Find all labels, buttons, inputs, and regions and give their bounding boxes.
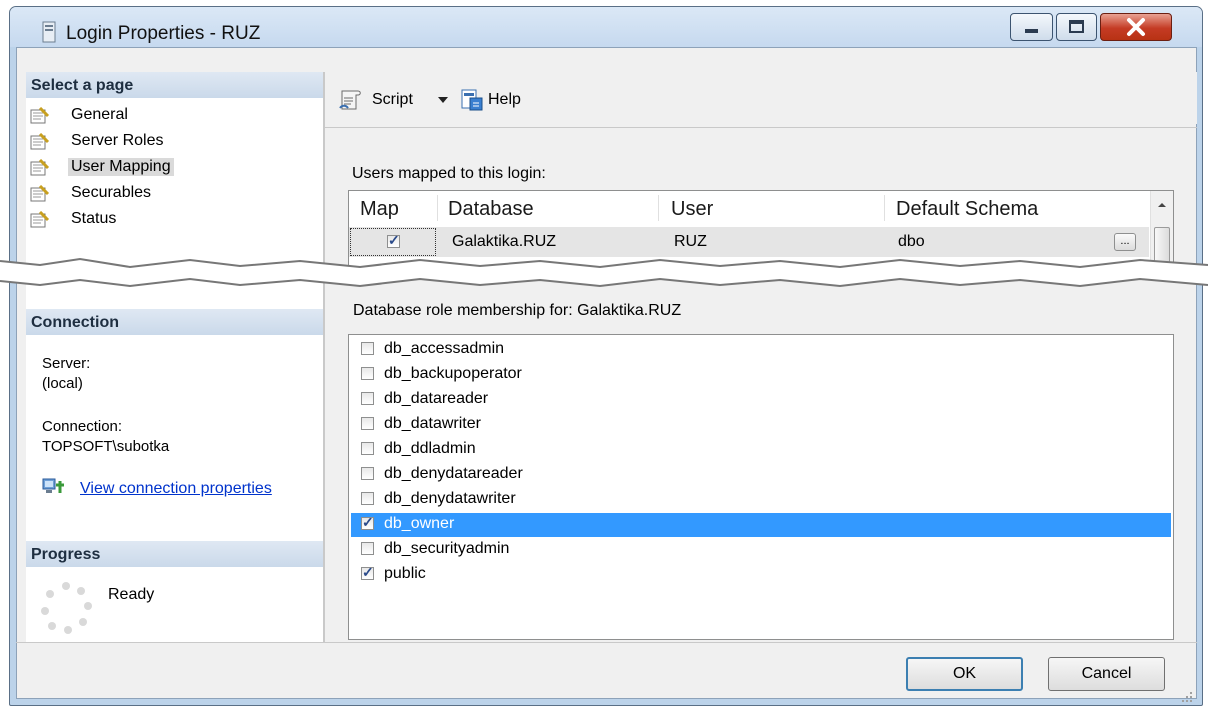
table-row[interactable]: ✓ Galaktika.RUZ RUZ dbo ... bbox=[349, 227, 1149, 257]
page-item-label: Securables bbox=[71, 184, 152, 201]
column-divider bbox=[884, 195, 885, 221]
role-label: db_securityadmin bbox=[384, 540, 510, 557]
progress-header: Progress bbox=[26, 541, 323, 567]
role-label: db_datawriter bbox=[384, 415, 481, 432]
cell-database: Galaktika.RUZ bbox=[452, 233, 557, 250]
role-label: db_denydatareader bbox=[384, 465, 523, 482]
role-checkbox[interactable] bbox=[361, 467, 374, 480]
list-item[interactable]: db_denydatawriter bbox=[351, 488, 1171, 512]
cancel-button[interactable]: Cancel bbox=[1048, 657, 1165, 691]
connection-properties-icon bbox=[42, 478, 64, 493]
role-label: db_denydatawriter bbox=[384, 490, 516, 507]
role-checkbox[interactable]: ✓ bbox=[361, 514, 374, 530]
column-header-user[interactable]: User bbox=[671, 198, 713, 221]
wrench-page-icon bbox=[30, 185, 50, 202]
column-divider bbox=[658, 195, 659, 221]
page-item-label: Server Roles bbox=[71, 132, 164, 149]
select-page-header: Select a page bbox=[26, 72, 323, 98]
list-item[interactable]: db_denydatareader bbox=[351, 463, 1171, 487]
progress-spinner-icon bbox=[41, 582, 92, 634]
role-checkbox[interactable] bbox=[361, 442, 374, 455]
chevron-down-icon[interactable] bbox=[436, 95, 450, 105]
role-checkbox[interactable] bbox=[361, 392, 374, 405]
help-icon bbox=[461, 89, 483, 111]
wrench-page-icon bbox=[30, 133, 50, 150]
connection-label: Connection: bbox=[42, 418, 123, 435]
page-item-label: General bbox=[71, 106, 128, 123]
progress-status: Ready bbox=[108, 586, 155, 603]
server-label: Server: bbox=[42, 355, 91, 372]
close-button[interactable] bbox=[1100, 13, 1172, 41]
cell-user: RUZ bbox=[674, 233, 707, 250]
list-item[interactable]: db_ddladmin bbox=[351, 438, 1171, 462]
grid-header-row: Map Database User Default Schema bbox=[349, 191, 1149, 226]
torn-edge-divider bbox=[0, 257, 1208, 288]
role-membership-list[interactable]: db_accessadmin db_backupoperator db_data… bbox=[348, 334, 1174, 640]
server-value: (local) bbox=[42, 375, 83, 392]
pane-divider bbox=[323, 72, 325, 642]
column-header-default-schema[interactable]: Default Schema bbox=[896, 198, 1038, 221]
column-divider bbox=[437, 195, 438, 221]
list-item[interactable]: db_datawriter bbox=[351, 413, 1171, 437]
maximize-button[interactable] bbox=[1056, 13, 1097, 41]
close-icon bbox=[1127, 18, 1145, 36]
minimize-icon bbox=[1025, 29, 1038, 33]
scroll-up-icon[interactable] bbox=[1156, 201, 1168, 209]
help-label: Help bbox=[488, 91, 521, 108]
role-checkbox[interactable] bbox=[361, 367, 374, 380]
footer-separator bbox=[16, 642, 1197, 643]
role-checkbox[interactable]: ✓ bbox=[361, 564, 374, 580]
maximize-icon bbox=[1069, 20, 1084, 33]
role-label: db_owner bbox=[384, 515, 455, 532]
view-connection-properties-link[interactable]: View connection properties bbox=[80, 480, 272, 498]
list-item[interactable]: ✓ public bbox=[351, 563, 1171, 587]
role-checkbox[interactable] bbox=[361, 417, 374, 430]
list-item[interactable]: db_accessadmin bbox=[351, 338, 1171, 362]
wrench-page-icon bbox=[30, 159, 50, 176]
browse-schema-button[interactable]: ... bbox=[1114, 233, 1136, 251]
role-checkbox[interactable] bbox=[361, 542, 374, 555]
map-checkbox[interactable]: ✓ bbox=[387, 232, 400, 248]
script-label: Script bbox=[372, 91, 413, 108]
checkmark-icon: ✓ bbox=[362, 514, 374, 530]
wrench-page-icon bbox=[30, 107, 50, 124]
cell-default-schema: dbo bbox=[898, 233, 925, 250]
resize-grip-icon[interactable] bbox=[1180, 690, 1194, 704]
role-label: db_backupoperator bbox=[384, 365, 522, 382]
window-title: Login Properties - RUZ bbox=[66, 23, 261, 44]
role-checkbox[interactable] bbox=[361, 342, 374, 355]
ok-button[interactable]: OK bbox=[906, 657, 1023, 691]
role-label: db_ddladmin bbox=[384, 440, 476, 457]
list-item[interactable]: db_backupoperator bbox=[351, 363, 1171, 387]
page-item-label: Status bbox=[71, 210, 117, 227]
window-app-icon bbox=[42, 21, 56, 43]
checkmark-icon: ✓ bbox=[388, 232, 400, 248]
list-item[interactable]: db_securityadmin bbox=[351, 538, 1171, 562]
page-item-label: User Mapping bbox=[68, 158, 174, 176]
role-label: db_datareader bbox=[384, 390, 489, 407]
role-checkbox[interactable] bbox=[361, 492, 374, 505]
users-mapped-caption: Users mapped to this login: bbox=[352, 165, 546, 182]
column-header-database[interactable]: Database bbox=[448, 198, 534, 221]
role-label: db_accessadmin bbox=[384, 340, 505, 357]
toolbar-separator bbox=[325, 127, 1197, 128]
connection-header: Connection bbox=[26, 309, 323, 335]
role-membership-caption: Database role membership for: Galaktika.… bbox=[353, 302, 682, 319]
wrench-page-icon bbox=[30, 211, 50, 228]
script-icon bbox=[339, 90, 361, 110]
list-item-selected[interactable]: ✓ db_owner bbox=[351, 513, 1171, 537]
role-label: public bbox=[384, 565, 426, 582]
toolbar bbox=[325, 72, 1197, 124]
column-header-map[interactable]: Map bbox=[360, 198, 399, 221]
connection-value: TOPSOFT\subotka bbox=[42, 438, 170, 455]
list-item[interactable]: db_datareader bbox=[351, 388, 1171, 412]
minimize-button[interactable] bbox=[1010, 13, 1053, 41]
checkmark-icon: ✓ bbox=[362, 564, 374, 580]
